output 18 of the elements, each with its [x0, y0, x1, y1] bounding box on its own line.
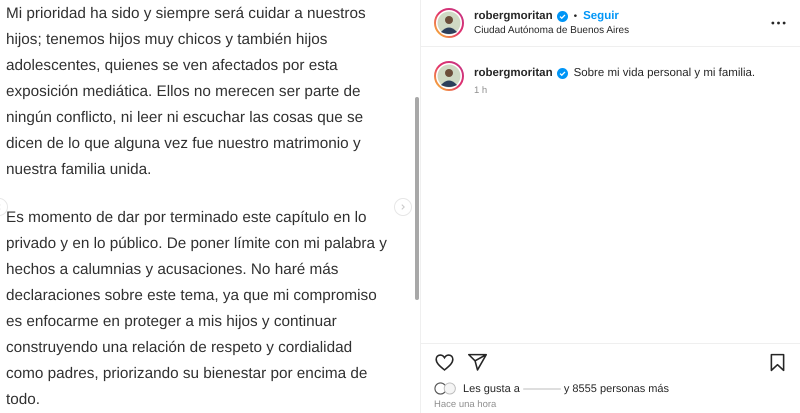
scrollbar[interactable]	[415, 97, 419, 300]
separator: •	[574, 10, 578, 22]
heart-icon[interactable]	[434, 352, 455, 373]
caption-text: Sobre mi vida personal y mi familia.	[574, 67, 756, 79]
username[interactable]: robergmoritan	[474, 10, 553, 22]
avatar[interactable]	[434, 61, 464, 91]
location-link[interactable]: Ciudad Autónoma de Buenos Aires	[474, 25, 771, 36]
chevron-right-icon	[399, 203, 407, 211]
more-options-icon[interactable]	[771, 21, 786, 25]
comment-time: 1 h	[474, 85, 488, 96]
likes-count[interactable]: y 8555 personas más	[564, 382, 670, 394]
post-paragraph: Es momento de dar por terminado este capítulo en lo privado y en lo público. De poner límite con mi palabra y hechos a calumnias y acusaciones. No haré más declaraciones sobre este tema, ya que mi compromiso es enfocarme en proteger a mis hijos y continuar construyendo una relación de respeto y cordialidad como padres, priorizando su bienestar por encima de todo.	[6, 208, 388, 410]
send-icon[interactable]	[467, 352, 488, 373]
likes-prefix: Les gusta a	[463, 382, 520, 394]
avatar[interactable]	[434, 8, 464, 38]
username[interactable]: robergmoritan	[474, 67, 553, 79]
post-time: Hace una hora	[434, 399, 498, 410]
post-paragraph: Mi prioridad ha sido y siempre será cuidar a nuestros hijos; tenemos hijos muy chicos y también hijos adolescentes, quienes se ven afectados por esta exposición mediática. Ellos no merecen ser parte de ningún conflicto, ni leer ni escuchar las cosas que se dicen de lo que alguna vez fue nuestro matrimonio y nuestra familia unida.	[6, 4, 367, 180]
